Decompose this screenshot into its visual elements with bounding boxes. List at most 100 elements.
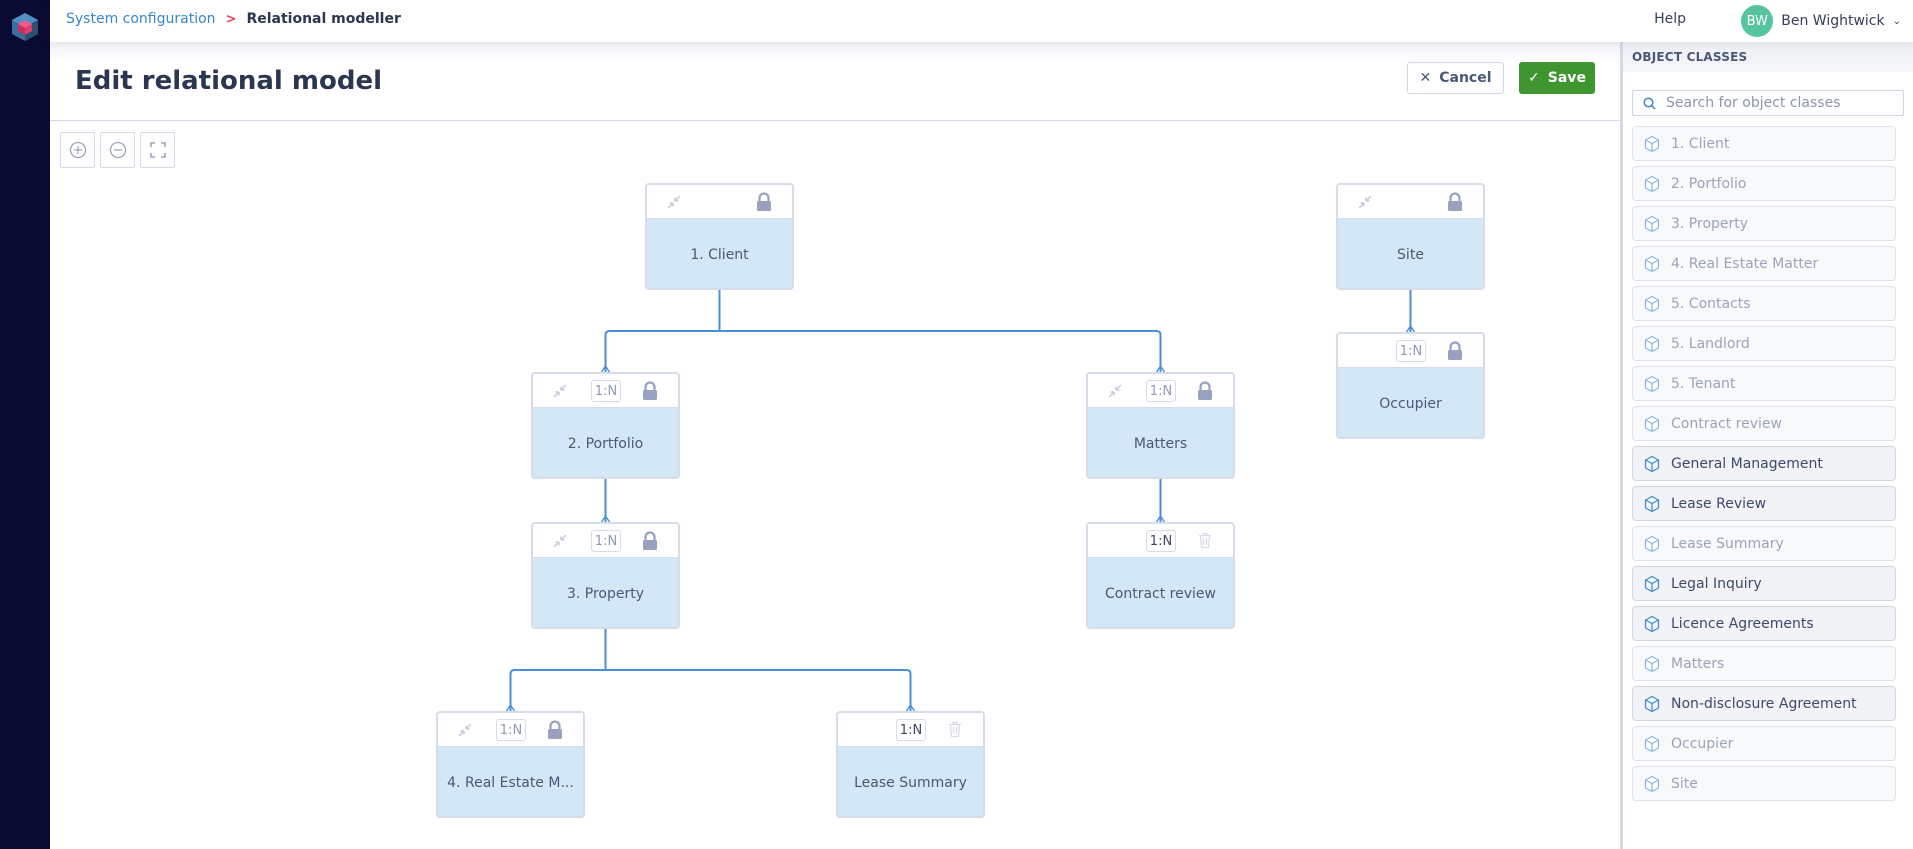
cardinality-badge[interactable]: 1:N (591, 380, 621, 402)
collapse-icon[interactable] (551, 532, 569, 550)
collapse-icon[interactable] (665, 193, 683, 211)
object-class-label: Contract review (1671, 415, 1782, 432)
model-node-rem[interactable]: 1:N 4. Real Estate M... (436, 711, 585, 818)
cube-icon (1644, 415, 1660, 432)
zoom-out-button[interactable] (100, 132, 135, 168)
node-label: Contract review (1088, 558, 1233, 627)
node-toolbar: 1:N (438, 713, 583, 747)
canvas-toolbar (60, 132, 175, 168)
model-node-matters[interactable]: 1:N Matters (1086, 372, 1235, 479)
node-toolbar: 1:N (1088, 374, 1233, 408)
object-class-label: Legal Inquiry (1671, 575, 1762, 592)
object-classes-panel: OBJECT CLASSES 1. Client 2. Portfolio 3. P… (1620, 42, 1913, 849)
user-menu[interactable]: BW Ben Wightwick ⌄ (1741, 5, 1901, 37)
save-button[interactable]: ✓ Save (1519, 62, 1595, 94)
node-label: Site (1338, 219, 1483, 288)
cardinality-badge[interactable]: 1:N (1396, 340, 1426, 362)
relation-connector[interactable] (718, 290, 1162, 372)
model-node-contract[interactable]: 1:N Contract review (1086, 522, 1235, 629)
cube-icon (1644, 615, 1660, 632)
cube-icon (1644, 255, 1660, 272)
node-label: Occupier (1338, 368, 1483, 437)
cardinality-badge[interactable]: 1:N (1146, 530, 1176, 552)
check-icon: ✓ (1528, 70, 1540, 86)
model-node-site[interactable]: Site (1336, 183, 1485, 290)
object-class-label: 1. Client (1671, 135, 1730, 152)
model-node-lease[interactable]: 1:N Lease Summary (836, 711, 985, 818)
lock-icon (643, 531, 657, 550)
help-link[interactable]: Help (1654, 11, 1686, 27)
search-input[interactable] (1666, 95, 1896, 111)
model-canvas[interactable]: 1. Client Site 1:N Occupier 1:N 2. Portfolio 1… (50, 122, 1620, 849)
object-class-item[interactable]: Contract review (1632, 406, 1896, 441)
relation-connector[interactable] (604, 629, 912, 711)
object-class-item[interactable]: Non-disclosure Agreement (1632, 686, 1896, 721)
breadcrumb: System configuration > Relational modell… (66, 11, 401, 27)
node-toolbar (1338, 185, 1483, 219)
object-class-item[interactable]: 5. Tenant (1632, 366, 1896, 401)
object-class-label: Licence Agreements (1671, 615, 1814, 632)
object-class-label: Non-disclosure Agreement (1671, 695, 1857, 712)
node-toolbar (647, 185, 792, 219)
relation-connector[interactable] (509, 629, 607, 711)
node-label: Lease Summary (838, 747, 983, 816)
zoom-in-button[interactable] (60, 132, 95, 168)
model-node-client[interactable]: 1. Client (645, 183, 794, 290)
cardinality-badge[interactable]: 1:N (896, 719, 926, 741)
object-class-item[interactable]: 3. Property (1632, 206, 1896, 241)
app-logo-icon[interactable] (10, 12, 40, 42)
fit-screen-button[interactable] (140, 132, 175, 168)
object-class-item[interactable]: Site (1632, 766, 1896, 801)
model-node-portfolio[interactable]: 1:N 2. Portfolio (531, 372, 680, 479)
delete-icon[interactable] (1198, 532, 1212, 549)
breadcrumb-system-configuration[interactable]: System configuration (66, 11, 216, 27)
object-class-label: Matters (1671, 655, 1725, 672)
cube-icon (1644, 775, 1660, 792)
object-class-item[interactable]: Occupier (1632, 726, 1896, 761)
top-bar: System configuration > Relational modell… (50, 0, 1913, 42)
model-node-occupier[interactable]: 1:N Occupier (1336, 332, 1485, 439)
node-label: Matters (1088, 408, 1233, 477)
lock-icon (1198, 381, 1212, 400)
object-class-item[interactable]: Lease Summary (1632, 526, 1896, 561)
collapse-icon[interactable] (456, 721, 474, 739)
page-header: Edit relational model ✕ Cancel ✓ Save (50, 42, 1620, 121)
object-class-label: 2. Portfolio (1671, 175, 1747, 192)
object-class-item[interactable]: 2. Portfolio (1632, 166, 1896, 201)
object-class-item[interactable]: 4. Real Estate Matter (1632, 246, 1896, 281)
model-node-property[interactable]: 1:N 3. Property (531, 522, 680, 629)
collapse-icon[interactable] (551, 382, 569, 400)
zoom-out-icon (109, 141, 126, 159)
cardinality-badge[interactable]: 1:N (591, 530, 621, 552)
object-class-label: Occupier (1671, 735, 1734, 752)
cardinality-badge[interactable]: 1:N (496, 719, 526, 741)
object-class-item[interactable]: Lease Review (1632, 486, 1896, 521)
lock-icon (1448, 341, 1462, 360)
object-class-item[interactable]: Legal Inquiry (1632, 566, 1896, 601)
node-toolbar: 1:N (533, 374, 678, 408)
cube-icon (1644, 175, 1660, 192)
cardinality-badge[interactable]: 1:N (1146, 380, 1176, 402)
cancel-button[interactable]: ✕ Cancel (1407, 62, 1504, 94)
object-class-item[interactable]: 5. Landlord (1632, 326, 1896, 361)
object-class-label: 4. Real Estate Matter (1671, 255, 1819, 272)
object-class-item[interactable]: 5. Contacts (1632, 286, 1896, 321)
object-class-label: Site (1671, 775, 1698, 792)
object-class-label: General Management (1671, 455, 1823, 472)
object-class-label: 5. Landlord (1671, 335, 1750, 352)
relation-connector[interactable] (604, 290, 721, 372)
object-class-item[interactable]: 1. Client (1632, 126, 1896, 161)
object-class-label: 5. Tenant (1671, 375, 1736, 392)
collapse-icon[interactable] (1106, 382, 1124, 400)
object-class-search[interactable] (1632, 90, 1904, 116)
object-class-item[interactable]: Licence Agreements (1632, 606, 1896, 641)
user-name: Ben Wightwick (1781, 13, 1885, 29)
object-class-item[interactable]: General Management (1632, 446, 1896, 481)
cancel-label: Cancel (1439, 70, 1492, 86)
search-icon (1643, 96, 1656, 110)
collapse-icon[interactable] (1356, 193, 1374, 211)
save-label: Save (1547, 70, 1586, 86)
object-class-label: Lease Summary (1671, 535, 1784, 552)
object-class-item[interactable]: Matters (1632, 646, 1896, 681)
delete-icon[interactable] (948, 721, 962, 738)
